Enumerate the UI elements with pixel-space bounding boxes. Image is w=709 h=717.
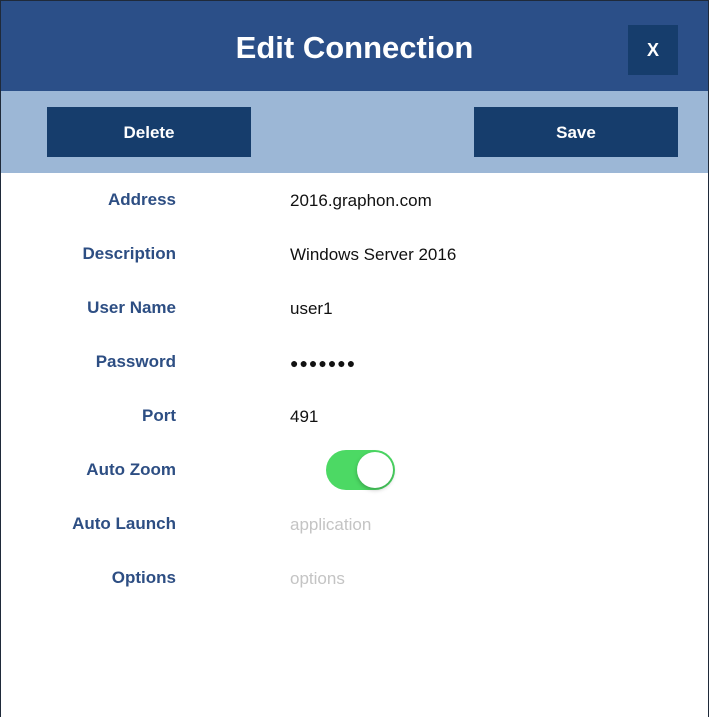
title-bar: Edit Connection X	[1, 1, 708, 91]
description-label: Description	[82, 244, 176, 263]
password-field[interactable]: ●●●●●●●	[290, 335, 356, 389]
port-row: Port 491	[1, 389, 708, 443]
delete-button[interactable]: Delete	[47, 107, 251, 157]
port-field[interactable]: 491	[290, 389, 318, 443]
action-toolbar: Delete Save	[1, 91, 708, 173]
password-label: Password	[95, 352, 176, 371]
options-label: Options	[111, 568, 176, 587]
close-button[interactable]: X	[628, 25, 678, 75]
user-name-label: User Name	[87, 298, 176, 317]
auto-zoom-label: Auto Zoom	[86, 460, 176, 479]
auto-zoom-toggle[interactable]	[326, 450, 395, 490]
description-row: Description Windows Server 2016	[1, 227, 708, 281]
dialog-title: Edit Connection	[235, 30, 474, 65]
save-button[interactable]: Save	[474, 107, 678, 157]
description-field[interactable]: Windows Server 2016	[290, 227, 456, 281]
options-row: Options options	[1, 551, 708, 605]
options-field[interactable]: options	[290, 551, 345, 605]
toggle-knob	[357, 452, 393, 488]
auto-launch-row: Auto Launch application	[1, 497, 708, 551]
auto-zoom-row: Auto Zoom	[1, 443, 708, 497]
user-name-row: User Name user1	[1, 281, 708, 335]
address-field[interactable]: 2016.graphon.com	[290, 173, 432, 227]
auto-launch-label: Auto Launch	[72, 514, 176, 533]
edit-connection-dialog: Edit Connection X Delete Save Address 20…	[0, 0, 709, 717]
address-label: Address	[107, 190, 176, 209]
port-label: Port	[142, 406, 176, 425]
address-row: Address 2016.graphon.com	[1, 173, 708, 227]
user-name-field[interactable]: user1	[290, 281, 333, 335]
password-row: Password ●●●●●●●	[1, 335, 708, 389]
auto-launch-field[interactable]: application	[290, 497, 371, 551]
